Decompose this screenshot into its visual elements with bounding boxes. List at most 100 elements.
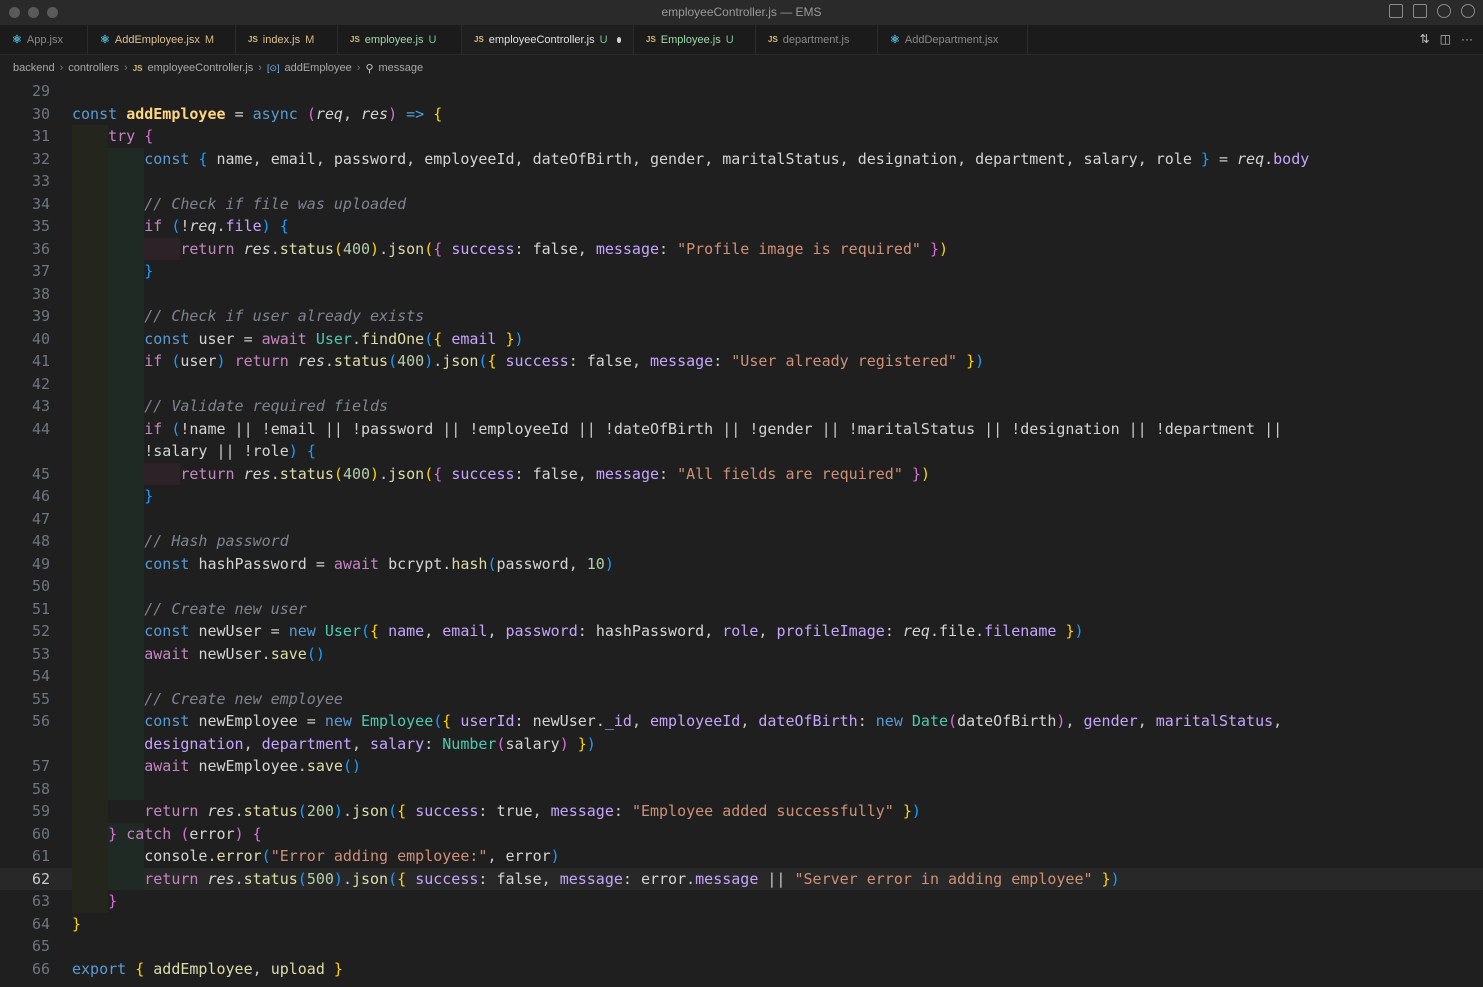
js-file-icon: JS (646, 35, 656, 44)
indent-guide (72, 665, 108, 688)
git-status-badge: U (599, 33, 608, 46)
code-text: } (144, 262, 154, 280)
react-file-icon: ⚛ (12, 34, 22, 46)
tab-employee-js[interactable]: JS employee.js U (338, 25, 462, 54)
split-editor-icon[interactable]: ◫ (1440, 32, 1451, 46)
code-line[interactable]: 54 (0, 665, 1483, 688)
extensions-icon[interactable] (1437, 4, 1451, 18)
code-line[interactable]: 66 export { addEmployee, upload } (0, 958, 1483, 981)
code-line[interactable]: 33 (0, 170, 1483, 193)
code-line[interactable]: 37 } (0, 260, 1483, 283)
code-line[interactable]: 53 await newUser.save() (0, 642, 1483, 665)
code-text: } (144, 487, 154, 505)
indent-guide (108, 282, 144, 305)
code-line[interactable]: 40 const user = await User.findOne({ ema… (0, 327, 1483, 350)
editor-tab-bar: ⚛ App.jsx ⚛ AddEmployee.jsx M JS index.js M JS em… (0, 25, 1483, 55)
code-line[interactable]: 35 if (!req.file) { (0, 215, 1483, 238)
code-line[interactable]: 56 const newEmployee = new Employee({ us… (0, 710, 1483, 733)
unsaved-dot-icon[interactable] (616, 36, 621, 43)
code-line[interactable]: 65 (0, 935, 1483, 958)
indent-guide (72, 282, 108, 305)
code-line[interactable]: 50 (0, 575, 1483, 598)
tab-employee-js[interactable]: JS Employee.js U (634, 25, 756, 54)
code-line[interactable]: 32 const { name, email, password, employ… (0, 147, 1483, 170)
code-line[interactable]: 52 const newUser = new User({ name, emai… (0, 620, 1483, 643)
breadcrumb-member[interactable]: message (379, 62, 424, 74)
code-line[interactable]: designation, department, salary: Number(… (0, 732, 1483, 755)
toggle-panel-icon[interactable] (1413, 4, 1427, 18)
code-text: } (72, 914, 82, 933)
code-line[interactable]: !salary || !role) { (0, 440, 1483, 463)
code-text: const { name, email, password, employeeI… (144, 149, 1310, 168)
code-text: try { (108, 127, 154, 145)
more-actions-icon[interactable]: ··· (1461, 32, 1473, 46)
line-number: 40 (31, 329, 50, 348)
code-line[interactable]: 64} (0, 913, 1483, 936)
code-line[interactable]: 47 (0, 507, 1483, 530)
tab-adddepartment-jsx[interactable]: ⚛ AddDepartment.jsx (878, 25, 1028, 54)
line-number: 58 (31, 779, 50, 798)
code-line[interactable]: 46 } (0, 485, 1483, 508)
tab-label: department.js (782, 33, 850, 46)
line-number: 42 (31, 374, 50, 393)
tab-employeecontroller-js[interactable]: JS employeeController.js U (462, 25, 634, 54)
code-line[interactable]: 30 const addEmployee = async (req, res) =… (0, 103, 1483, 126)
code-line[interactable]: 38 (0, 282, 1483, 305)
code-line[interactable]: 45 return res.status(400).json({ success… (0, 462, 1483, 485)
code-line[interactable]: 41 if (user) return res.status(400).json… (0, 350, 1483, 373)
breadcrumb-folder-backend[interactable]: backend (13, 62, 55, 74)
code-line[interactable]: 31 try { (0, 125, 1483, 148)
code-line[interactable]: 51 // Create new user (0, 597, 1483, 620)
line-number: 39 (31, 307, 50, 325)
wrench-icon: ⚲ (365, 62, 374, 75)
line-number: 59 (31, 802, 50, 820)
code-line[interactable]: 59 return res.status(200).json({ success… (0, 800, 1483, 823)
code-text: designation, department, salary: Number(… (144, 734, 596, 753)
code-line[interactable]: 57 await newEmployee.save() (0, 755, 1483, 778)
code-line[interactable]: 44 if (!name || !email || !password || !… (0, 417, 1483, 440)
settings-gear-icon[interactable] (1461, 4, 1475, 18)
code-line[interactable]: 48 // Hash password (0, 530, 1483, 553)
breadcrumb-file[interactable]: employeeController.js (147, 62, 253, 74)
line-number: 48 (31, 532, 50, 550)
code-line[interactable]: 61 console.error("Error adding employee:… (0, 845, 1483, 868)
code-text: console.error("Error adding employee:", … (144, 847, 560, 865)
tab-label: Employee.js (660, 33, 721, 46)
tab-app-jsx[interactable]: ⚛ App.jsx (0, 25, 88, 54)
toggle-sidebar-icon[interactable] (1389, 4, 1403, 18)
line-number: 62 (31, 869, 50, 888)
line-number: 52 (31, 622, 50, 640)
js-file-icon: JS (350, 35, 360, 44)
code-editor[interactable]: 29 30 const addEmployee = async (req, res)… (0, 81, 1483, 987)
code-line[interactable]: 39 // Check if user already exists (0, 305, 1483, 328)
breadcrumb-symbol[interactable]: addEmployee (284, 62, 351, 74)
tab-index-js[interactable]: JS index.js M (236, 25, 338, 54)
code-text: return res.status(400).json({ success: f… (180, 239, 949, 258)
line-number: 47 (31, 509, 50, 528)
tab-department-js[interactable]: JS department.js (756, 25, 878, 54)
chevron-right-icon: › (356, 62, 361, 74)
code-line[interactable]: 62 return res.status(500).json({ success… (0, 867, 1483, 890)
indent-guide (108, 665, 144, 688)
code-line[interactable]: 58 (0, 777, 1483, 800)
indent-guide (72, 507, 108, 530)
code-line[interactable]: 43 // Validate required fields (0, 395, 1483, 418)
compare-changes-icon[interactable]: ⇅ (1420, 32, 1430, 46)
code-line[interactable]: 42 (0, 372, 1483, 395)
code-line[interactable]: 36 return res.status(400).json({ success… (0, 237, 1483, 260)
code-line[interactable]: 55 // Create new employee (0, 687, 1483, 710)
indent-guide (72, 372, 108, 395)
line-number: 51 (31, 599, 50, 618)
code-line[interactable]: 63 } (0, 890, 1483, 913)
code-line[interactable]: 49 const hashPassword = await bcrypt.has… (0, 552, 1483, 575)
code-line[interactable]: 60 } catch (error) { (0, 822, 1483, 845)
code-line[interactable]: 34 // Check if file was uploaded (0, 192, 1483, 215)
code-text: // Create new employee (144, 689, 343, 708)
line-number: 37 (31, 262, 50, 280)
breadcrumb-folder-controllers[interactable]: controllers (68, 62, 119, 74)
tab-addemployee-jsx[interactable]: ⚛ AddEmployee.jsx M (88, 25, 236, 54)
tab-actions: ⇅ ◫ ··· (1420, 32, 1473, 46)
code-line[interactable]: 29 (0, 81, 1483, 103)
line-number: 56 (31, 712, 50, 730)
code-text: } (108, 892, 118, 910)
